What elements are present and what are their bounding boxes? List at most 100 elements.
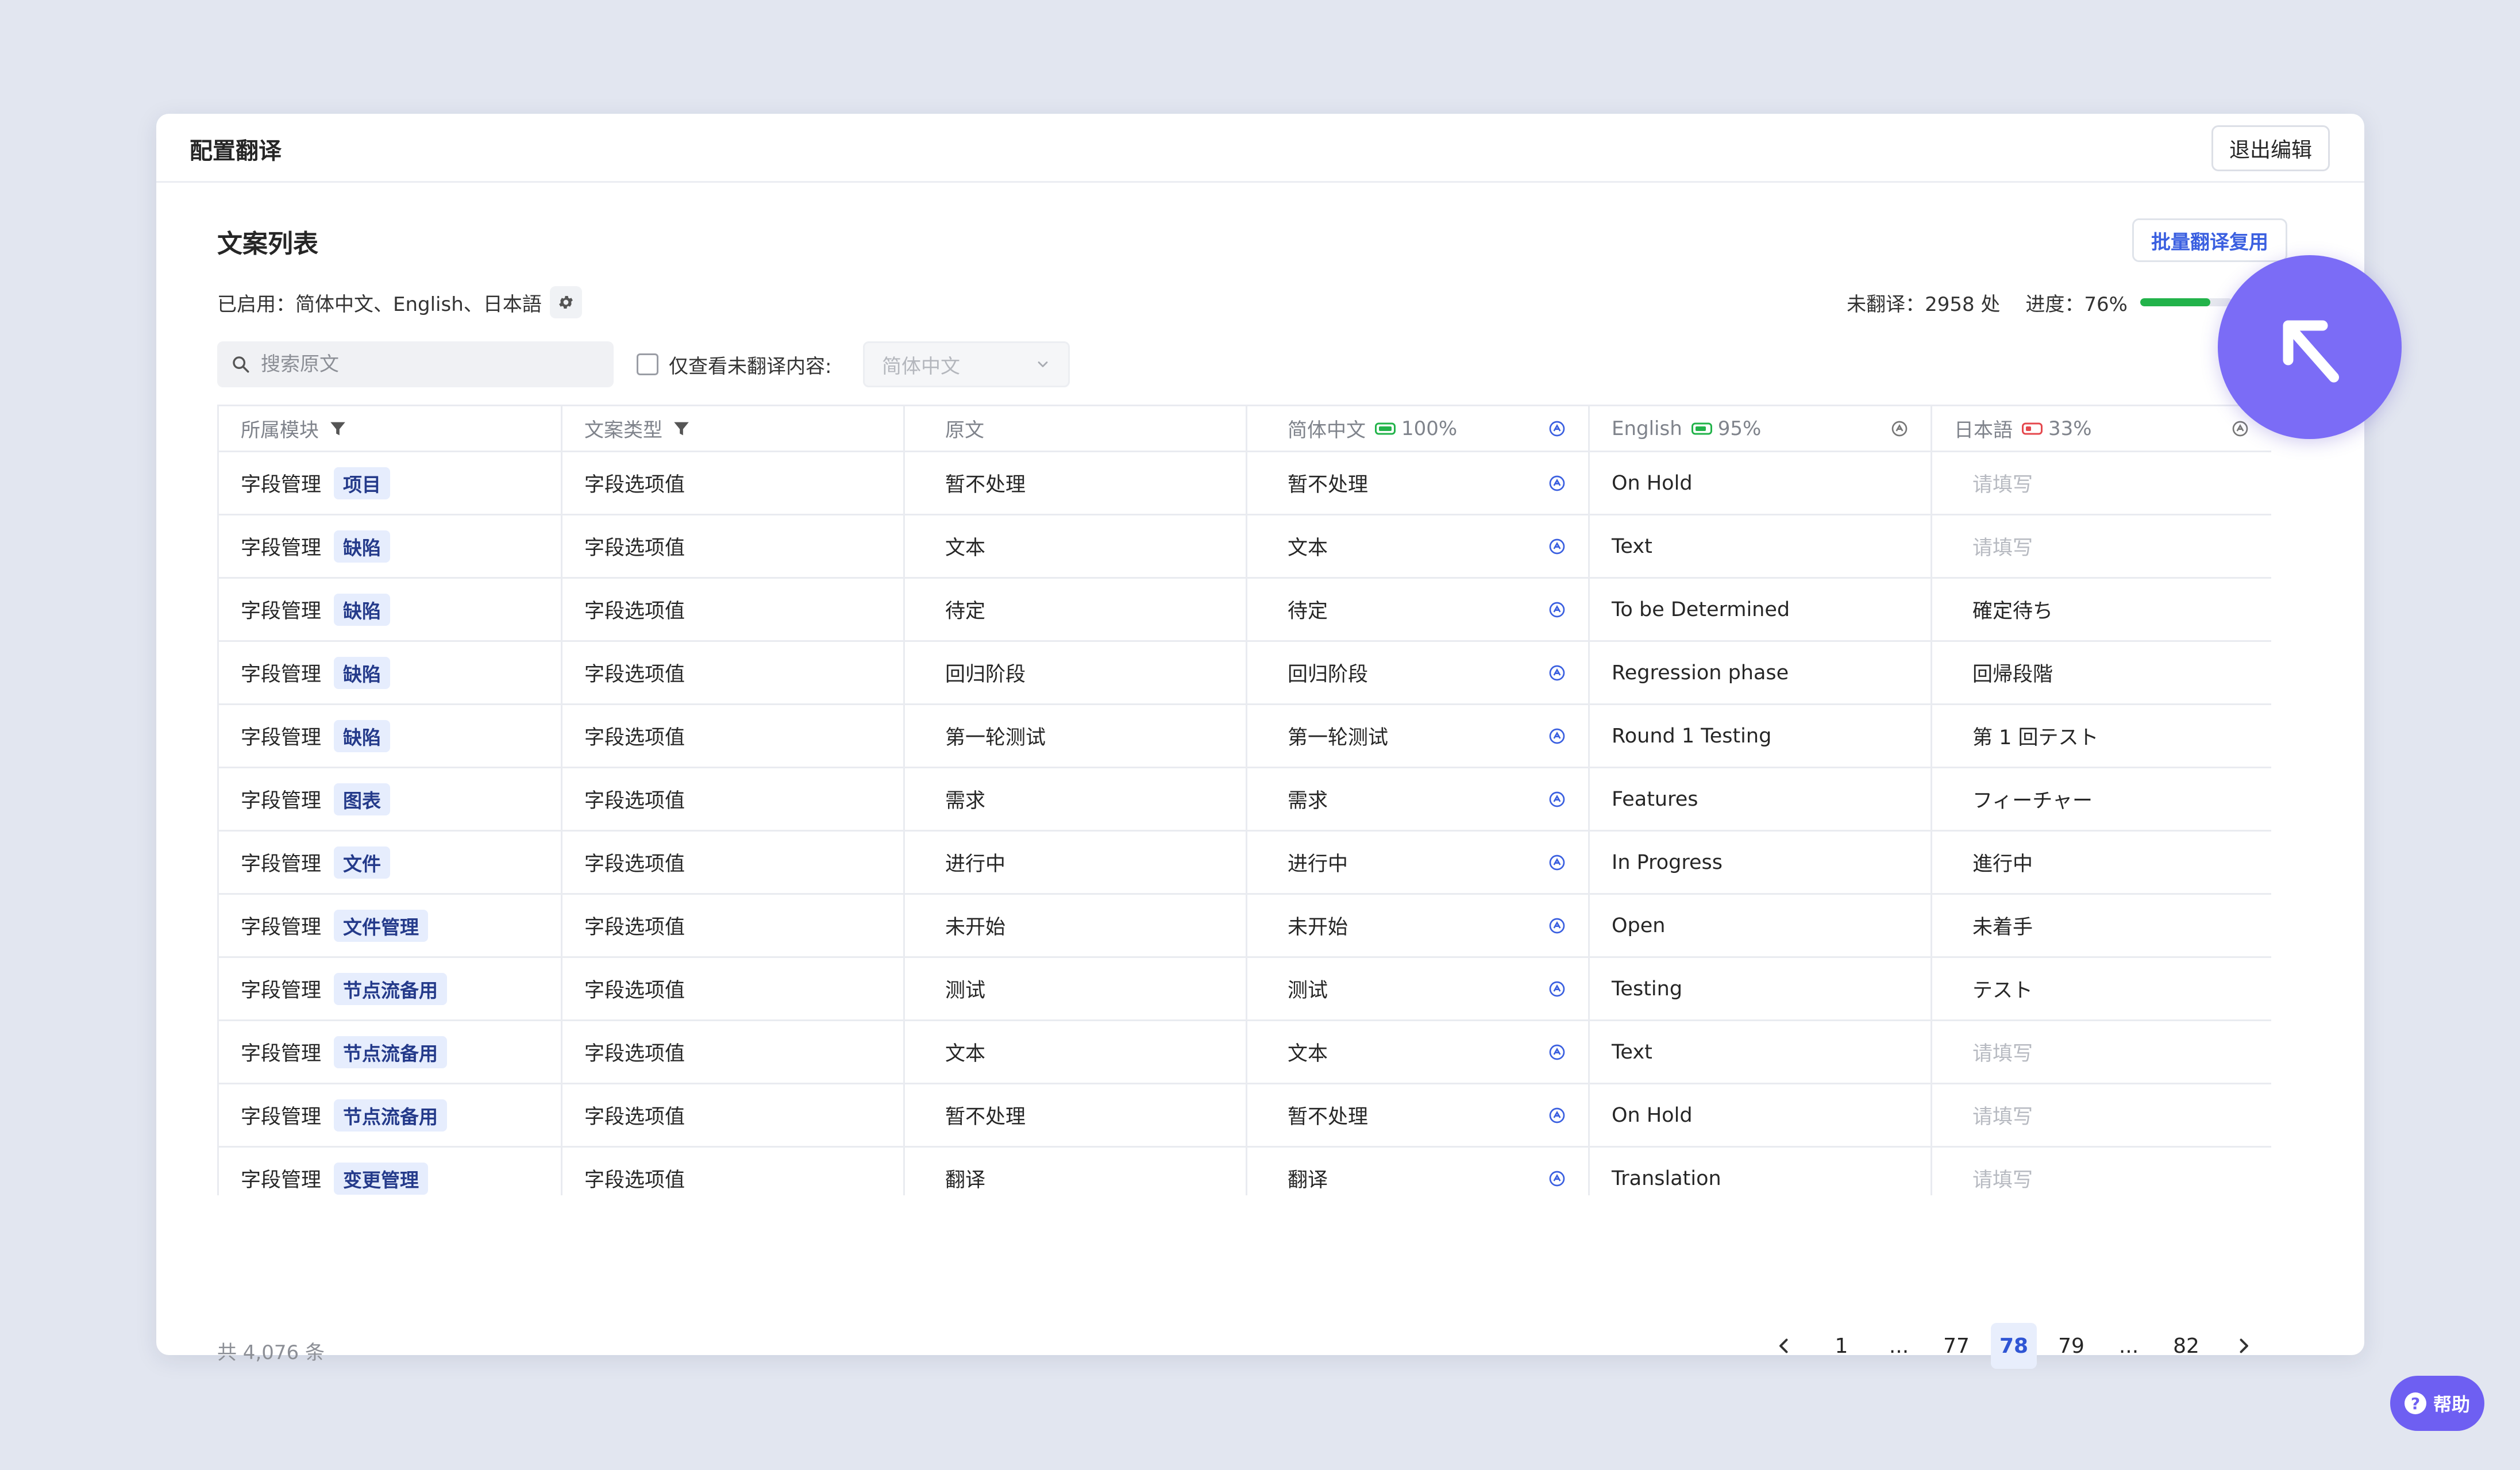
ja-cell[interactable]: 第 1 回テスト (1931, 704, 2271, 768)
zh-cell[interactable]: 需求 (1246, 767, 1590, 832)
ja-cell[interactable]: フィーチャー (1931, 767, 2271, 832)
en-cell[interactable]: Open (1589, 894, 1932, 958)
page-button[interactable]: 79 (2048, 1323, 2094, 1369)
module-cell: 字段管理 缺陷 (217, 514, 562, 579)
ja-cell[interactable]: 回帰段階 (1931, 641, 2271, 705)
en-translation: Translation (1612, 1167, 1721, 1190)
zh-cell[interactable]: 待定 (1246, 578, 1590, 642)
ja-cell[interactable]: 请填写 (1931, 451, 2271, 515)
en-translation: Open (1612, 914, 1666, 937)
page-ellipsis: ... (1889, 1334, 1909, 1358)
zh-translation: 进行中 (1288, 853, 1348, 876)
zh-cell[interactable]: 翻译 (1246, 1146, 1590, 1195)
chevron-down-icon (1038, 361, 1048, 367)
untranslated-only-filter[interactable]: 仅查看未翻译内容: (637, 341, 831, 387)
search-box[interactable] (217, 341, 614, 387)
page-button[interactable]: 78 (1991, 1323, 2037, 1369)
total-count: 共 4,076 条 (217, 1341, 325, 1364)
progress-text: 进度：76% (2025, 293, 2128, 316)
en-cell[interactable]: Regression phase (1589, 641, 1932, 705)
ai-translate-icon[interactable] (1548, 664, 1566, 682)
filter-icon[interactable] (328, 419, 348, 438)
en-cell[interactable]: Text (1589, 1020, 1932, 1084)
search-input[interactable] (261, 353, 594, 376)
filter-icon[interactable] (672, 419, 691, 438)
zh-cell[interactable]: 文本 (1246, 514, 1590, 579)
module-tag: 节点流备用 (334, 1099, 448, 1132)
en-cell[interactable]: On Hold (1589, 1083, 1932, 1148)
en-cell[interactable]: On Hold (1589, 451, 1932, 515)
en-cell[interactable]: In Progress (1589, 830, 1932, 895)
en-cell[interactable]: Features (1589, 767, 1932, 832)
page-button[interactable]: 1 (1818, 1323, 1864, 1369)
type-cell: 字段选项值 (561, 767, 905, 832)
ja-placeholder: 请填写 (1972, 474, 2033, 497)
ja-cell[interactable]: 请填写 (1931, 1146, 2271, 1195)
ai-translate-icon[interactable] (1548, 537, 1566, 556)
ai-translate-icon[interactable] (1548, 601, 1566, 619)
module-cell: 字段管理 缺陷 (217, 578, 562, 642)
exit-edit-button[interactable]: 退出编辑 (2211, 125, 2330, 171)
zh-translation: 待定 (1288, 600, 1328, 623)
zh-translation: 暂不处理 (1288, 474, 1369, 497)
ja-cell[interactable]: 请填写 (1931, 1083, 2271, 1148)
en-cell[interactable]: Testing (1589, 957, 1932, 1021)
ai-translate-icon[interactable] (1548, 727, 1566, 745)
en-cell[interactable]: Round 1 Testing (1589, 704, 1932, 768)
ja-cell[interactable]: 未着手 (1931, 894, 2271, 958)
enabled-languages: 已启用：简体中文、English、日本語 (217, 285, 582, 320)
type-cell: 字段选项值 (561, 641, 905, 705)
source-cell: 需求 (904, 767, 1247, 832)
en-cell[interactable]: Translation (1589, 1146, 1932, 1195)
ai-translate-icon[interactable] (1548, 474, 1566, 492)
source-cell: 第一轮测试 (904, 704, 1247, 768)
ja-cell[interactable]: 進行中 (1931, 830, 2271, 895)
ai-translate-icon[interactable] (1548, 853, 1566, 872)
page-button[interactable]: 77 (1933, 1323, 1979, 1369)
source-cell: 进行中 (904, 830, 1247, 895)
ja-cell[interactable]: テスト (1931, 957, 2271, 1021)
ja-cell[interactable]: 请填写 (1931, 1020, 2271, 1084)
ai-translate-icon[interactable] (1548, 420, 1566, 438)
ja-translation: テスト (1972, 979, 2033, 1002)
en-cell[interactable]: Text (1589, 514, 1932, 579)
next-page-button[interactable] (2221, 1323, 2267, 1369)
pagination: 1... 77 78 79... 82 (1761, 1323, 2267, 1369)
search-icon (233, 356, 249, 373)
ai-translate-icon[interactable] (1548, 790, 1566, 809)
chevron-right-icon (2240, 1338, 2248, 1353)
zh-cell[interactable]: 回归阶段 (1246, 641, 1590, 705)
header-source: 原文 (904, 405, 1247, 452)
module-tag: 文件 (334, 846, 391, 879)
ai-translate-icon[interactable] (1548, 1043, 1566, 1061)
type-cell: 字段选项值 (561, 1146, 905, 1195)
zh-cell[interactable]: 进行中 (1246, 830, 1590, 895)
ai-translate-icon[interactable] (1890, 420, 1909, 438)
ai-translate-icon[interactable] (1548, 980, 1566, 998)
zh-translation: 回归阶段 (1288, 663, 1369, 686)
ai-translate-icon[interactable] (1548, 917, 1566, 935)
translation-progress: 未翻译：2958 处 进度：76% (1847, 285, 2232, 320)
ja-cell[interactable]: 请填写 (1931, 514, 2271, 579)
zh-cell[interactable]: 未开始 (1246, 894, 1590, 958)
zh-cell[interactable]: 暂不处理 (1246, 451, 1590, 515)
table-row: 字段管理 缺陷 字段选项值 待定 待定 To be Determined 確定待ち (217, 578, 2271, 642)
untranslated-only-checkbox[interactable] (637, 353, 658, 375)
page-button[interactable]: 82 (2163, 1323, 2209, 1369)
ai-translate-icon[interactable] (1548, 1106, 1566, 1125)
zh-cell[interactable]: 暂不处理 (1246, 1083, 1590, 1148)
en-cell[interactable]: To be Determined (1589, 578, 1932, 642)
prev-page-button[interactable] (1761, 1323, 1807, 1369)
ja-cell[interactable]: 確定待ち (1931, 578, 2271, 642)
zh-cell[interactable]: 测试 (1246, 957, 1590, 1021)
help-button[interactable]: ? 帮助 (2390, 1376, 2484, 1431)
table-row: 字段管理 变更管理 字段选项值 翻译 翻译 Translation 请填写 (217, 1146, 2271, 1195)
language-settings-button[interactable] (549, 286, 582, 318)
ai-translate-icon[interactable] (1548, 1169, 1566, 1188)
zh-cell[interactable]: 第一轮测试 (1246, 704, 1590, 768)
language-select[interactable]: 简体中文 (863, 341, 1070, 387)
ja-placeholder: 请填写 (1972, 1169, 2033, 1192)
zh-cell[interactable]: 文本 (1246, 1020, 1590, 1084)
batch-translate-reuse-button[interactable]: 批量翻译复用 (2132, 218, 2287, 262)
ai-translate-icon[interactable] (2231, 420, 2249, 438)
